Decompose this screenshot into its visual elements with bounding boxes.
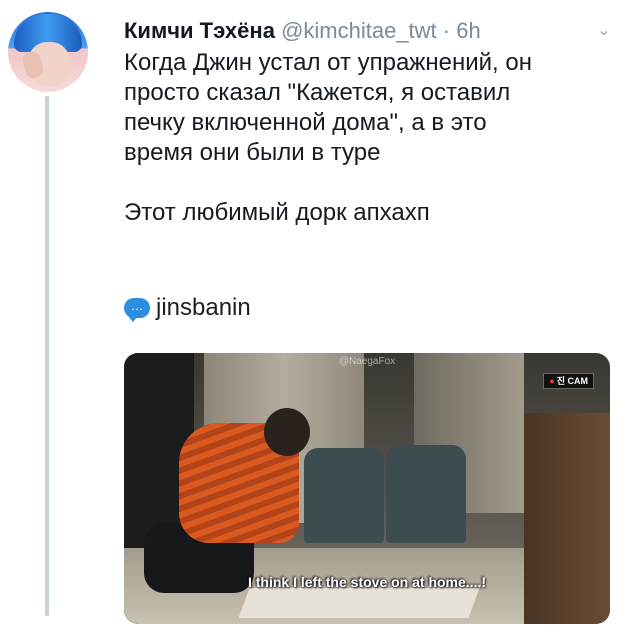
chevron-down-icon[interactable]: ⌄ (597, 23, 611, 39)
scene-chair-right (386, 445, 466, 543)
cam-badge: ● 진 CAM (543, 373, 594, 389)
tweet-text: Когда Джин устал от упражнений, он прост… (124, 49, 532, 226)
media-subtitle: I think I left the stove on at home....! (247, 574, 487, 590)
scene-cabinet (524, 413, 610, 624)
time-separator: · (442, 18, 451, 43)
cam-label: 진 CAM (556, 376, 588, 386)
tweet-header: Кимчи Тэхёна @kimchitae_twt · 6h (124, 17, 624, 45)
record-dot-icon: ● (549, 376, 555, 386)
thread-line (45, 96, 49, 616)
tweet-time[interactable]: 6h (456, 18, 480, 43)
scene-paper (238, 588, 480, 618)
avatar[interactable] (8, 12, 88, 92)
media-watermark: @NaegaFox (338, 356, 396, 367)
mention-link[interactable]: … jinsbanin (124, 293, 251, 323)
scene-chair-left (304, 448, 384, 543)
author-handle[interactable]: @kimchitae_twt (281, 18, 437, 43)
mention-username[interactable]: jinsbanin (156, 293, 251, 323)
scene-person-head (264, 408, 310, 456)
tweet-media-image[interactable]: @NaegaFox ● 진 CAM I think I left the stov… (124, 353, 610, 624)
author-name[interactable]: Кимчи Тэхёна (124, 18, 275, 43)
speech-bubble-icon: … (124, 298, 150, 322)
